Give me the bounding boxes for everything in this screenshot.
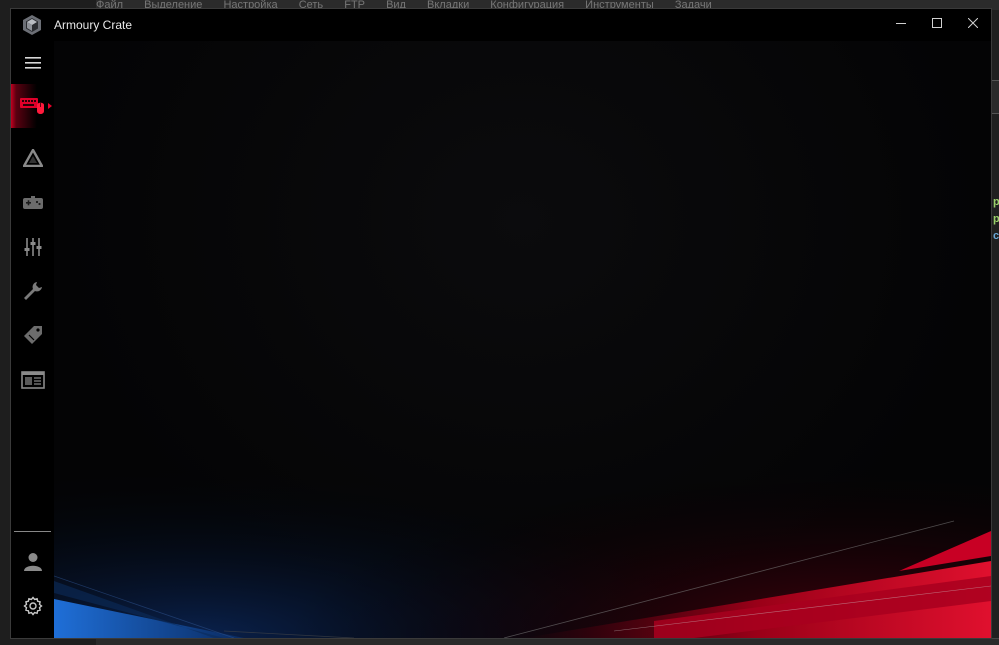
background-input-field (992, 80, 999, 114)
sidebar-item-settings[interactable] (11, 584, 54, 628)
minimize-button[interactable] (883, 9, 919, 37)
background-status-bar (96, 638, 999, 645)
hamburger-menu-button[interactable] (11, 41, 54, 85)
maximize-icon (932, 18, 942, 28)
window-title: Armoury Crate (54, 18, 133, 32)
keyboard-mouse-icon (19, 98, 44, 114)
news-icon (20, 371, 45, 389)
sidebar-item-news[interactable] (11, 358, 54, 402)
background-text: p (993, 213, 999, 225)
sidebar-item-devices[interactable] (11, 84, 54, 128)
sidebar-item-tools[interactable] (11, 269, 54, 313)
tag-icon (23, 326, 42, 344)
sidebar-item-scenario-profiles[interactable] (11, 225, 54, 269)
sliders-icon (24, 238, 41, 256)
rog-background-art (54, 341, 991, 638)
sidebar-item-deals[interactable] (11, 313, 54, 357)
close-icon (968, 18, 978, 28)
sidebar-divider (14, 531, 51, 532)
gamepad-icon (22, 196, 43, 209)
sidebar-item-aura[interactable] (11, 136, 54, 180)
background-text: p (993, 196, 999, 208)
hamburger-menu-icon (24, 57, 41, 69)
wrench-icon (23, 282, 42, 300)
title-bar[interactable]: Armoury Crate (11, 9, 991, 41)
aura-triangle-icon (22, 149, 43, 167)
user-icon (23, 553, 42, 571)
maximize-button[interactable] (919, 9, 955, 37)
minimize-icon (896, 23, 906, 24)
background-right-strip: p p c (992, 10, 999, 645)
sidebar-item-game-library[interactable] (11, 181, 54, 225)
armoury-crate-logo-icon (23, 15, 41, 35)
armoury-crate-window: Armoury Crate (10, 8, 992, 639)
main-content-area (54, 41, 991, 638)
gear-icon (22, 596, 43, 616)
close-button[interactable] (955, 9, 991, 37)
sidebar-item-user[interactable] (11, 539, 54, 583)
sidebar (11, 41, 54, 638)
background-text: c (993, 230, 999, 242)
